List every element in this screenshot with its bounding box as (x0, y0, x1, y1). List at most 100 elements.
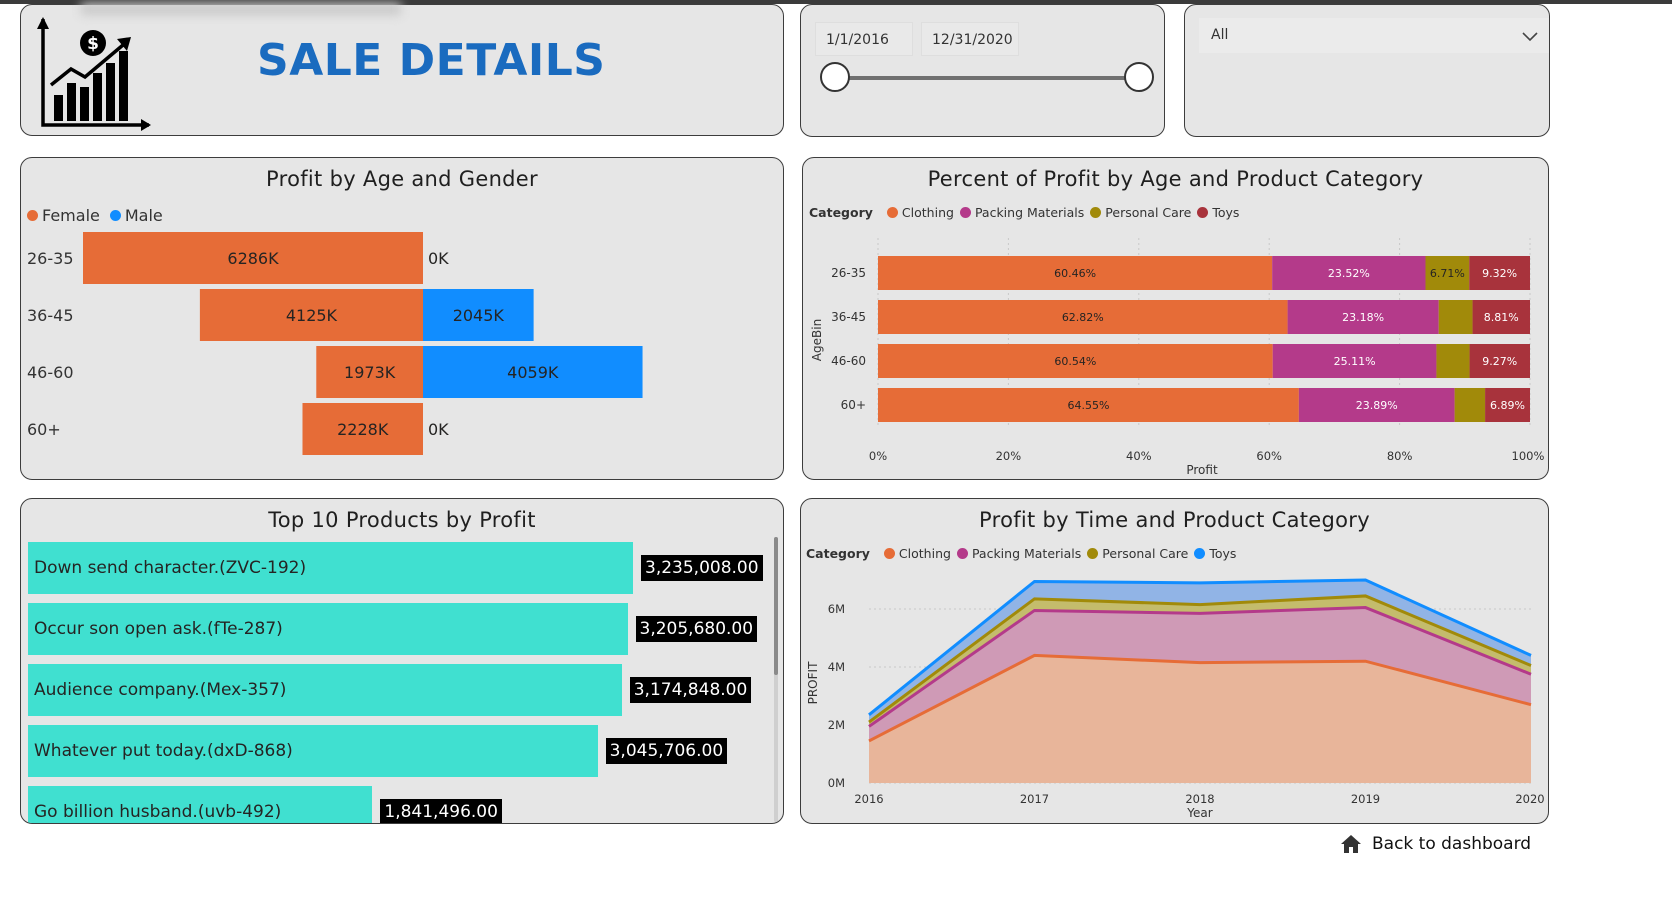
x-tick-label: 0% (869, 449, 887, 463)
segment-value-label: 62.82% (1062, 311, 1104, 324)
y-axis-title: AgeBin (810, 319, 824, 361)
segment-value-label: 60.46% (1054, 267, 1096, 280)
segment-value-label: 23.52% (1328, 267, 1370, 280)
legend-packing-dot (956, 548, 968, 559)
female-value-label: 2228K (337, 420, 389, 439)
age-gender-panel: Profit by Age and Gender Female Male 26-… (20, 157, 784, 480)
legend-personal-dot (1090, 207, 1102, 218)
legend-packing-dot (959, 207, 971, 218)
legend-toys-dot (1194, 548, 1206, 559)
date-slicer-panel: 1/1/2016 12/31/2020 (800, 4, 1165, 137)
legend-title: Category (809, 205, 873, 220)
percent-profit-legend: Category Clothing Packing Materials Pers… (809, 205, 1239, 220)
male-value-label: 0K (428, 249, 449, 268)
end-date-input[interactable]: 12/31/2020 (921, 22, 1019, 56)
product-row[interactable]: Occur son open ask.(fTe-287) 3,205,680.00 (28, 603, 768, 655)
product-name: Audience company.(Mex-357) (34, 680, 287, 700)
end-date-handle[interactable] (1124, 62, 1154, 92)
age-bin-label: 26-35 (831, 266, 866, 280)
personal-care-segment (1436, 344, 1470, 378)
segment-value-label: 9.27% (1482, 355, 1517, 368)
male-value-label: 4059K (507, 363, 559, 382)
age-label: 60+ (27, 420, 61, 439)
product-row[interactable]: Audience company.(Mex-357) 3,174,848.00 (28, 664, 768, 716)
percent-profit-chart: 0% 20% 40% 60% 80% 100% Profit AgeBin 26-35 60.46… (810, 238, 1545, 477)
top-products-title: Top 10 Products by Profit (268, 508, 536, 532)
legend-clothing-dot (883, 548, 895, 559)
date-range-track[interactable] (841, 76, 1141, 80)
product-row[interactable]: Go billion husband.(uvb-492) 1,841,496.00 (28, 786, 768, 823)
age-bin-label: 46-60 (831, 354, 866, 368)
x-tick-label: 2017 (1020, 792, 1049, 806)
segment-value-label: 9.32% (1482, 267, 1517, 280)
y-tick-label: 0M (828, 776, 845, 790)
category-dropdown[interactable]: All (1199, 18, 1549, 53)
legend-packing: Packing Materials (971, 546, 1082, 561)
percent-profit-panel: Percent of Profit by Age and Product Cat… (802, 157, 1549, 480)
y-tick-label: 6M (828, 602, 845, 616)
segment-value-label: 6.89% (1490, 399, 1525, 412)
legend-title: Category (806, 546, 870, 561)
profit-time-title: Profit by Time and Product Category (979, 508, 1370, 532)
profit-chart-logo-icon: $ (37, 17, 151, 131)
age-label: 26-35 (27, 249, 74, 268)
home-icon (1341, 835, 1361, 853)
svg-text:$: $ (87, 34, 99, 54)
percent-profit-title: Percent of Profit by Age and Product Cat… (927, 167, 1424, 191)
x-tick-label: 2016 (854, 792, 883, 806)
x-tick-label: 40% (1126, 449, 1152, 463)
product-value: 3,174,848.00 (629, 677, 752, 703)
profit-time-panel: Profit by Time and Product Category Cate… (800, 498, 1549, 824)
male-value-label: 2045K (453, 306, 505, 325)
segment-value-label: 6.71% (1430, 267, 1465, 280)
segment-value-label: 64.55% (1067, 399, 1109, 412)
legend-clothing-dot (886, 207, 898, 218)
legend-toys: Toys (1212, 205, 1240, 220)
product-row[interactable]: Down send character.(ZVC-192) 3,235,008.0… (28, 542, 768, 594)
age-gender-chart: 26-35 6286K 0K 36-45 4125K 2045K 46-60 1973K 405… (27, 232, 643, 455)
x-tick-label: 2019 (1351, 792, 1380, 806)
product-row[interactable]: Whatever put today.(dxD-868) 3,045,706.00 (28, 725, 768, 777)
start-date-input[interactable]: 1/1/2016 (815, 22, 913, 56)
filter-slicer-panel: All (1184, 4, 1550, 137)
dropdown-value: All (1211, 27, 1229, 43)
start-date-handle[interactable] (820, 62, 850, 92)
legend-packing: Packing Materials (974, 205, 1085, 220)
products-scroll-thumb[interactable] (774, 537, 778, 675)
x-tick-label: 80% (1387, 449, 1413, 463)
legend-personal: Personal Care (1102, 546, 1189, 561)
legend-personal: Personal Care (1105, 205, 1192, 220)
x-axis-title: Year (1186, 806, 1212, 820)
profit-time-legend: Category Clothing Packing Materials Pers… (806, 546, 1236, 561)
age-gender-title: Profit by Age and Gender (266, 167, 538, 191)
female-value-label: 4125K (286, 306, 338, 325)
age-bin-label: 36-45 (831, 310, 866, 324)
product-value: 3,235,008.00 (641, 555, 763, 581)
segment-value-label: 23.18% (1342, 311, 1384, 324)
personal-care-segment (1438, 300, 1473, 334)
age-bin-label: 60+ (841, 398, 866, 412)
male-value-label: 0K (428, 420, 449, 439)
legend-clothing: Clothing (898, 546, 951, 561)
page-title: SALE DETAILS (257, 35, 606, 86)
x-tick-label: 2020 (1515, 792, 1544, 806)
back-to-dashboard-button[interactable]: Back to dashboard (1340, 834, 1531, 854)
product-name: Occur son open ask.(fTe-287) (34, 619, 283, 639)
product-name: Whatever put today.(dxD-868) (34, 741, 293, 761)
segment-value-label: 25.11% (1334, 355, 1376, 368)
header-shadow (81, 3, 401, 15)
segment-value-label: 60.54% (1054, 355, 1096, 368)
legend-personal-dot (1087, 548, 1099, 559)
header-panel: $ SALE DETAILS (20, 3, 784, 136)
legend-toys: Toys (1209, 546, 1237, 561)
top-products-panel: Top 10 Products by Profit Down send char… (20, 498, 784, 824)
female-value-label: 1973K (344, 363, 396, 382)
age-label: 46-60 (27, 363, 74, 382)
x-tick-label: 60% (1256, 449, 1282, 463)
x-tick-label: 100% (1512, 449, 1545, 463)
age-label: 36-45 (27, 306, 74, 325)
product-name: Down send character.(ZVC-192) (34, 558, 307, 578)
product-value: 1,841,496.00 (380, 799, 502, 823)
profit-time-chart: 0M 2M 4M 6M 2016 2017 2018 2019 2020 Year PROFIT (806, 578, 1545, 820)
legend-toys-dot (1197, 207, 1209, 218)
